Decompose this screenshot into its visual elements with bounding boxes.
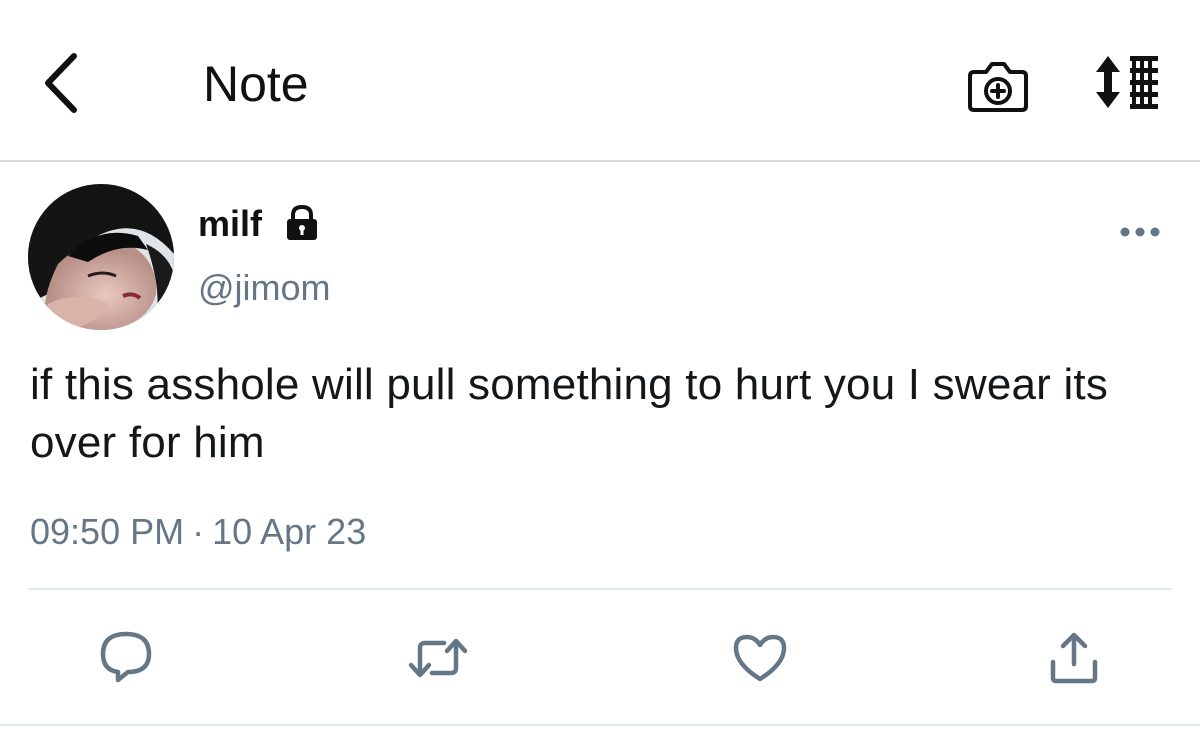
divider xyxy=(28,588,1172,590)
tweet-timestamp: 09:50 PM · 10 Apr 23 xyxy=(30,508,366,556)
top-navigation-bar: Note xyxy=(0,0,1200,162)
sort-button[interactable] xyxy=(1096,52,1166,114)
bottom-divider xyxy=(0,724,1200,726)
tweet-text: if this asshole will pull something to h… xyxy=(30,360,1109,467)
more-horizontal-icon xyxy=(1120,227,1160,237)
tweet-date: 10 Apr 23 xyxy=(212,511,367,552)
like-button[interactable] xyxy=(730,628,790,688)
camera-add-icon xyxy=(968,62,1028,112)
back-button[interactable] xyxy=(36,50,88,116)
share-button[interactable] xyxy=(1044,628,1104,688)
camera-button[interactable] xyxy=(966,58,1030,114)
display-name[interactable]: milf xyxy=(198,202,262,246)
avatar[interactable] xyxy=(28,184,174,330)
share-icon xyxy=(1050,632,1098,684)
chevron-left-icon xyxy=(45,53,77,113)
sort-list-icon xyxy=(1096,56,1158,109)
reply-button[interactable] xyxy=(96,628,156,688)
more-options-button[interactable] xyxy=(1118,220,1162,244)
retweet-button[interactable] xyxy=(408,628,468,688)
timestamp-separator: · xyxy=(192,511,205,552)
retweet-icon xyxy=(408,638,468,678)
user-handle[interactable]: @jimom xyxy=(198,266,331,310)
reply-icon xyxy=(100,631,152,683)
page-title: Note xyxy=(203,56,309,112)
tweet-time: 09:50 PM xyxy=(30,511,185,552)
heart-icon xyxy=(733,634,787,682)
lock-icon xyxy=(284,204,320,242)
